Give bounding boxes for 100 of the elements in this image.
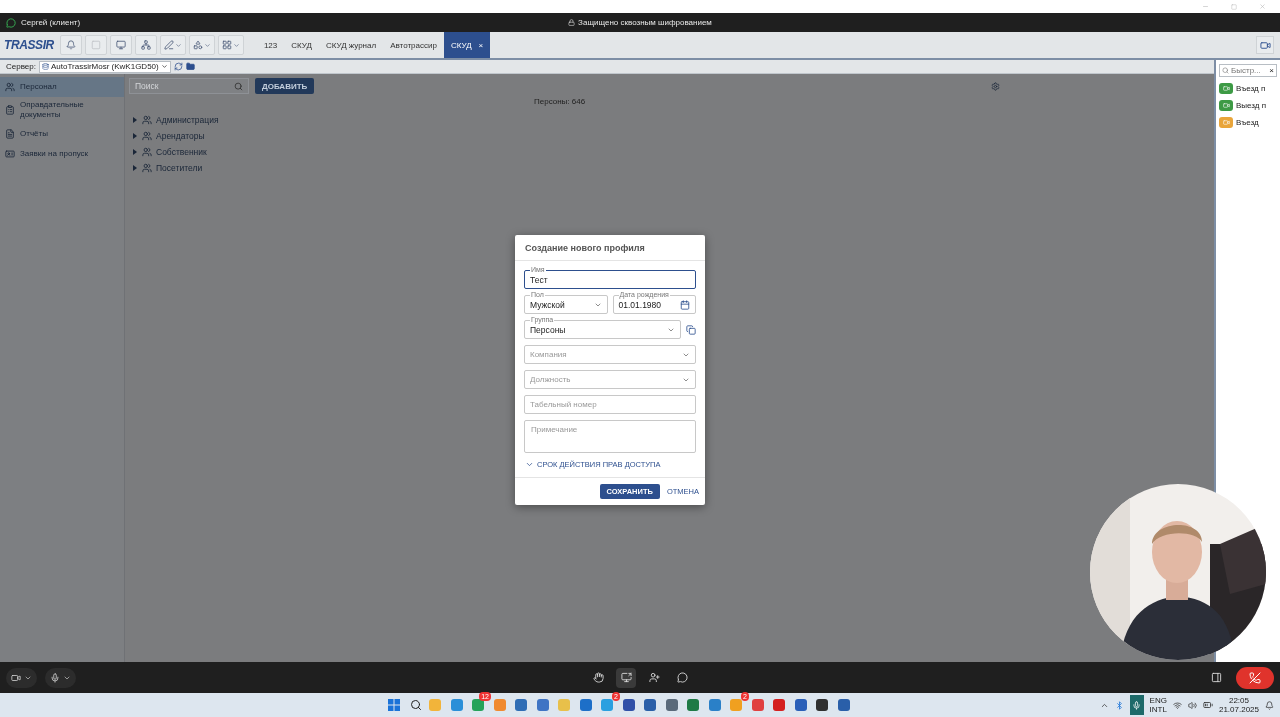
expand-icon[interactable] <box>133 117 138 123</box>
expand-icon[interactable] <box>133 165 138 171</box>
bluetooth-icon[interactable] <box>1114 700 1124 710</box>
pen-button[interactable] <box>159 35 186 55</box>
bell-icon <box>65 40 76 50</box>
chat-bubble-icon <box>676 672 688 683</box>
caret-icon <box>174 41 182 49</box>
field-placeholder: Примечание <box>531 425 578 434</box>
folder-icon[interactable] <box>185 62 195 71</box>
app-logo: TRASSIR <box>4 38 54 52</box>
caller-name: Сергей (клиент) <box>21 18 81 27</box>
battery-icon[interactable] <box>1202 700 1213 710</box>
app-icon[interactable] <box>816 699 828 711</box>
quick-search-field[interactable]: Быстр... × <box>1219 64 1277 77</box>
tree-item[interactable]: Арендаторы <box>129 128 1210 144</box>
language-indicator[interactable]: ENG INTL <box>1149 696 1167 714</box>
server-select[interactable]: AutoTrassirMosr (KwK1GD50) <box>38 60 171 73</box>
tab[interactable]: Автотрассир <box>383 32 444 58</box>
microphone-button[interactable] <box>45 667 76 688</box>
camera-icon <box>1259 39 1271 51</box>
hand-icon <box>592 672 604 683</box>
shapes-button[interactable] <box>188 35 215 55</box>
tab-close-icon[interactable]: × <box>478 40 484 50</box>
microphone-icon <box>50 672 60 683</box>
settings-icon[interactable] <box>991 81 1000 91</box>
expand-icon[interactable] <box>133 133 138 139</box>
caret-icon <box>160 63 168 70</box>
clipboard-icon <box>5 105 15 116</box>
grid-icon <box>221 40 232 50</box>
people-icon <box>5 82 15 92</box>
app-icon[interactable] <box>687 699 699 711</box>
caret-icon <box>203 41 211 49</box>
windows-logo-icon[interactable] <box>388 699 400 711</box>
tab[interactable]: СКУД × <box>443 32 491 58</box>
panel-icon <box>1210 672 1222 683</box>
tree-button[interactable] <box>134 35 157 55</box>
search-icon[interactable] <box>409 699 422 711</box>
clock[interactable]: 22:05 21.07.2025 <box>1218 696 1259 714</box>
persons-count: Персоны: 646 <box>534 97 586 106</box>
caret-icon <box>232 41 240 49</box>
calendar-icon[interactable] <box>680 299 690 310</box>
tree-item[interactable]: Администрация <box>129 112 1210 128</box>
layout-button[interactable] <box>217 35 244 55</box>
sidebar-item[interactable]: Заявки на пропуск <box>0 143 124 164</box>
copy-icon[interactable] <box>686 324 696 335</box>
add-button[interactable]: ДОБАВИТЬ <box>255 78 315 94</box>
square-icon <box>90 40 101 50</box>
field-value: Мужской <box>530 299 565 310</box>
tab[interactable]: 123 <box>256 32 285 58</box>
tab[interactable]: СКУД <box>284 32 319 58</box>
app-icon[interactable] <box>644 699 656 711</box>
server-label: Сервер: <box>6 62 36 71</box>
clear-icon[interactable]: × <box>1269 66 1274 75</box>
wifi-icon[interactable] <box>1172 700 1182 710</box>
sidebar-item[interactable]: Отчёты <box>0 123 124 144</box>
dialog-title: Создание нового профиля <box>515 235 705 261</box>
camera-item[interactable]: Въезд п <box>1219 82 1277 94</box>
field-placeholder: Должность <box>530 375 571 384</box>
app-icon[interactable] <box>665 699 678 711</box>
microphone-tray-button[interactable] <box>1129 695 1144 715</box>
expand-icon[interactable] <box>133 149 138 155</box>
app-icon[interactable] <box>837 699 850 711</box>
camera-button[interactable] <box>1256 36 1274 54</box>
volume-icon[interactable] <box>1187 700 1197 710</box>
lock-icon <box>568 19 576 26</box>
app-icon[interactable] <box>794 699 807 711</box>
tree-item[interactable]: Посетители <box>129 160 1210 176</box>
refresh-icon[interactable] <box>173 62 183 71</box>
end-call-button[interactable] <box>1236 666 1274 689</box>
screen-share-icon <box>620 672 632 683</box>
group-icon <box>142 115 152 125</box>
tree-item[interactable]: Собственник <box>129 144 1210 160</box>
chat-bubble-icon <box>6 17 16 28</box>
camera-button[interactable] <box>6 667 37 688</box>
network-icon <box>140 40 151 50</box>
sidebar-item[interactable]: Оправдательные документы <box>0 97 124 124</box>
camera-item[interactable]: Выезд п <box>1219 99 1277 111</box>
microphone-icon <box>1132 700 1142 710</box>
group-icon <box>142 163 152 173</box>
monitor-icon <box>115 40 126 50</box>
chevron-icon <box>525 460 534 469</box>
camera-icon <box>11 672 21 683</box>
notifications-icon[interactable] <box>1265 700 1274 710</box>
app-icon[interactable] <box>622 699 635 711</box>
field-value: Персоны <box>530 324 566 335</box>
screen-share-button[interactable] <box>616 667 636 688</box>
field-value: 01.01.1980 <box>618 299 662 310</box>
tab[interactable]: СКУД журнал <box>318 32 384 58</box>
app-icon[interactable] <box>579 699 592 711</box>
bell-button[interactable] <box>59 35 82 55</box>
database-icon <box>41 63 49 70</box>
search-icon <box>234 81 243 91</box>
document-icon <box>5 128 15 139</box>
monitor-button[interactable] <box>109 35 132 55</box>
field-value: Тест <box>530 274 548 285</box>
phone-icon <box>1249 671 1261 684</box>
field-placeholder: Компания <box>530 350 567 359</box>
id-card-icon <box>5 148 15 159</box>
camera-item[interactable]: Въезд <box>1219 116 1277 128</box>
search-icon <box>1222 67 1229 74</box>
